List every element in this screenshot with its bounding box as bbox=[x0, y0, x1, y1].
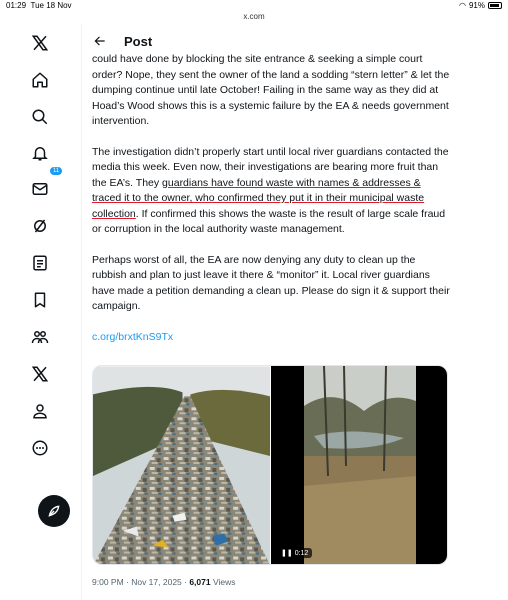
notifications-bell-icon[interactable] bbox=[27, 140, 53, 166]
home-icon[interactable] bbox=[27, 67, 53, 93]
petition-link[interactable]: c.org/brxtKnS9Tx bbox=[92, 331, 173, 343]
grok-icon[interactable] bbox=[27, 213, 53, 239]
video-timer: ❚❚ 0:12 bbox=[277, 548, 313, 558]
more-icon[interactable] bbox=[27, 435, 53, 461]
status-bar: 01:29 Tue 18 Nov ◠ 91% bbox=[0, 0, 508, 12]
x-logo-icon[interactable] bbox=[27, 30, 53, 56]
video-player[interactable]: ❚❚ 0:12 bbox=[270, 366, 447, 564]
date: Tue 18 Nov bbox=[30, 1, 72, 10]
video-frame bbox=[304, 366, 416, 564]
search-icon[interactable] bbox=[27, 104, 53, 130]
post-body: could have done by blocking the site ent… bbox=[92, 52, 452, 360]
battery-icon bbox=[488, 2, 502, 9]
messages-icon[interactable] bbox=[27, 176, 53, 202]
status-right: ◠ 91% bbox=[459, 1, 502, 10]
post-paragraph-2: The investigation didn’t properly start … bbox=[92, 145, 452, 238]
views-count: 6,071 bbox=[189, 577, 211, 587]
browser-url[interactable]: x.com bbox=[0, 12, 508, 21]
post-media: ❚❚ 0:12 bbox=[92, 365, 448, 565]
feather-icon bbox=[48, 505, 60, 517]
post-metadata: 9:00 PM · Nov 17, 2025 · 6,071 Views bbox=[92, 577, 236, 587]
post-paragraph-1: could have done by blocking the site ent… bbox=[92, 53, 450, 127]
profile-icon[interactable] bbox=[27, 398, 53, 424]
paragraph-2-tail: . If confirmed this shows the waste is t… bbox=[92, 207, 446, 236]
sidebar: 11 bbox=[0, 24, 82, 600]
back-arrow-icon[interactable] bbox=[90, 31, 110, 51]
notification-count-badge: 11 bbox=[49, 166, 64, 176]
lists-icon[interactable] bbox=[27, 250, 53, 276]
bookmarks-icon[interactable] bbox=[27, 287, 53, 313]
pause-icon[interactable]: ❚❚ bbox=[281, 550, 293, 557]
post-paragraph-3: Perhaps worst of all, the EA are now den… bbox=[92, 253, 450, 313]
compose-post-button[interactable] bbox=[38, 495, 70, 527]
post-timestamp[interactable]: 9:00 PM · Nov 17, 2025 · bbox=[92, 577, 189, 587]
page-title: Post bbox=[124, 33, 153, 49]
wifi-icon: ◠ bbox=[459, 1, 466, 10]
premium-x-icon[interactable] bbox=[27, 361, 53, 387]
communities-icon[interactable] bbox=[27, 324, 53, 350]
waste-photo[interactable] bbox=[93, 366, 270, 565]
status-time-date: 01:29 Tue 18 Nov bbox=[6, 1, 72, 10]
views-label: Views bbox=[210, 577, 236, 587]
video-time: 0:12 bbox=[294, 550, 309, 557]
battery-percent: 91% bbox=[468, 1, 485, 10]
clock: 01:29 bbox=[6, 1, 27, 10]
